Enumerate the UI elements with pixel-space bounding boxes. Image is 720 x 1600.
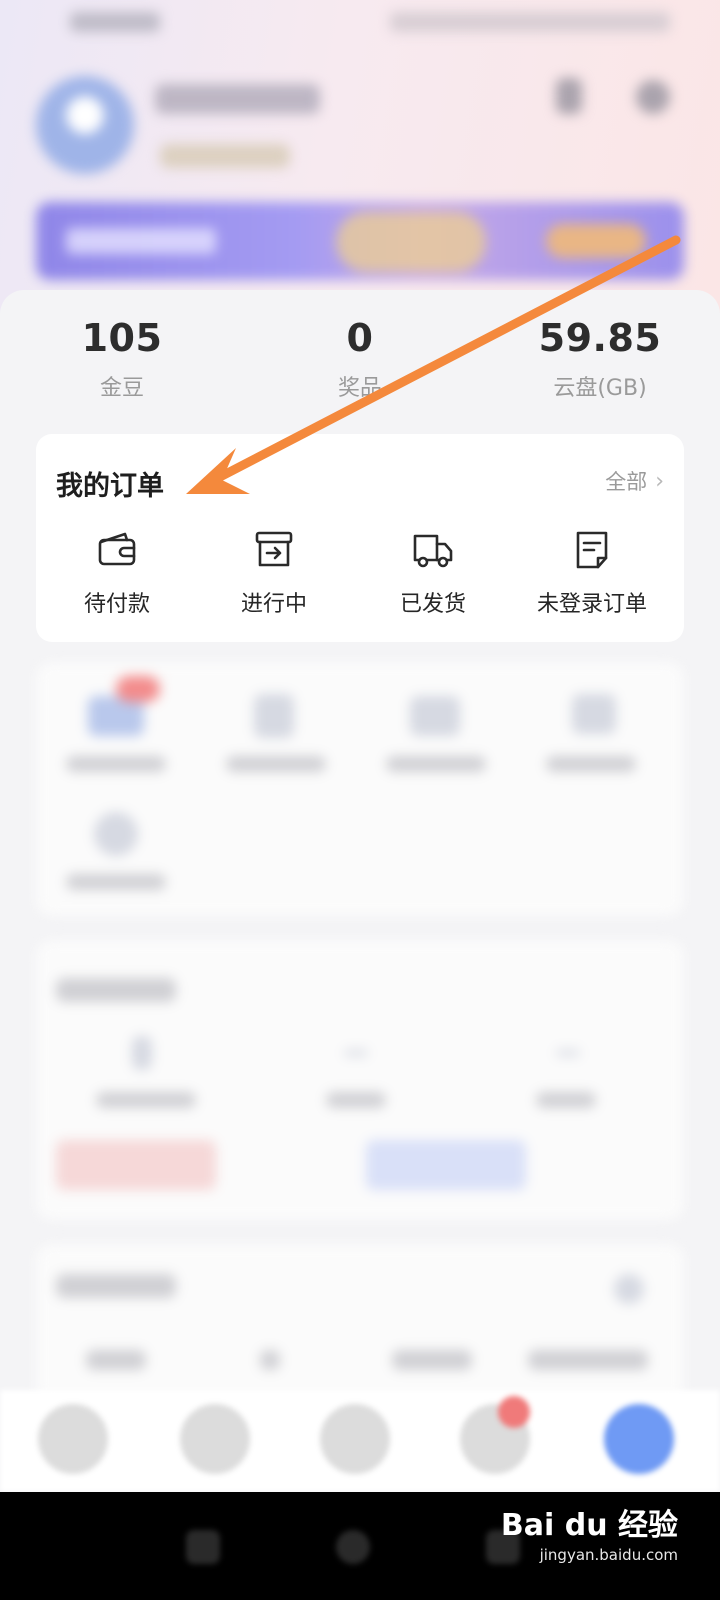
baidu-jingyan-watermark: Bai du 经验 jingyan.baidu.com xyxy=(501,1500,678,1564)
badge xyxy=(116,676,160,702)
vip-badge[interactable] xyxy=(160,144,290,168)
notification-icon[interactable] xyxy=(556,78,582,114)
action-button[interactable] xyxy=(56,1140,216,1190)
service-icon[interactable] xyxy=(410,696,460,736)
stat-prizes[interactable]: 0 奖品 xyxy=(260,316,460,402)
bottom-navigation xyxy=(0,1390,720,1492)
order-label: 进行中 xyxy=(240,592,307,617)
my-orders-card: 我的订单 全部 › 待付款 进行中 已发货 未登录订单 xyxy=(36,434,684,642)
service-label xyxy=(546,756,636,772)
stat-label: 金豆 xyxy=(99,376,144,401)
service-icon[interactable] xyxy=(572,694,616,734)
value-label xyxy=(326,1092,386,1108)
account-card xyxy=(36,940,684,1220)
order-in-progress[interactable]: 进行中 xyxy=(193,528,355,618)
asset-value xyxy=(392,1350,472,1370)
watermark-url: jingyan.baidu.com xyxy=(539,1546,678,1564)
eye-icon[interactable] xyxy=(614,1274,644,1304)
asset-value xyxy=(86,1350,146,1370)
stat-gold-beans[interactable]: 105 金豆 xyxy=(22,316,222,402)
order-label: 待付款 xyxy=(83,592,150,617)
service-label xyxy=(66,874,166,890)
orders-title: 我的订单 xyxy=(56,471,164,502)
value-label xyxy=(96,1092,196,1108)
home-icon[interactable] xyxy=(336,1530,370,1564)
recent-apps-icon[interactable] xyxy=(186,1530,220,1564)
service-label xyxy=(386,756,486,772)
nav-profile-icon[interactable] xyxy=(604,1404,674,1474)
stat-label: 云盘(GB) xyxy=(553,376,647,401)
watermark-brand: Bai du 经验 xyxy=(500,1508,678,1543)
orders-all-label: 全部 xyxy=(605,470,648,494)
promo-banner[interactable] xyxy=(36,202,684,280)
banner-image xyxy=(336,212,486,272)
service-icon[interactable] xyxy=(254,694,294,738)
username xyxy=(155,84,320,114)
order-label: 已发货 xyxy=(399,592,466,617)
value-dash xyxy=(344,1050,368,1056)
assets-card xyxy=(36,1244,684,1404)
asset-value xyxy=(260,1350,280,1370)
value-label xyxy=(536,1092,596,1108)
value-dash xyxy=(556,1050,580,1056)
value-icon xyxy=(132,1036,152,1070)
service-icon[interactable] xyxy=(94,812,138,856)
card-title xyxy=(56,1274,176,1298)
order-pending-payment[interactable]: 待付款 xyxy=(36,528,198,618)
truck-icon xyxy=(413,534,453,568)
stat-value: 105 xyxy=(81,316,163,360)
box-arrow-icon xyxy=(255,531,293,567)
status-icons xyxy=(390,12,670,32)
document-icon xyxy=(576,531,608,569)
stat-value: 0 xyxy=(346,316,374,360)
settings-icon[interactable] xyxy=(636,80,670,114)
nav-home-icon[interactable] xyxy=(38,1404,108,1474)
service-icon[interactable] xyxy=(88,696,144,736)
order-label: 未登录订单 xyxy=(536,592,647,617)
wallet-icon xyxy=(98,532,136,566)
chevron-right-icon: › xyxy=(655,468,664,494)
nav-discover-icon[interactable] xyxy=(180,1404,250,1474)
stat-label: 奖品 xyxy=(337,376,382,401)
asset-value xyxy=(528,1350,648,1370)
service-label xyxy=(226,756,326,772)
services-card xyxy=(36,662,684,916)
avatar[interactable] xyxy=(36,76,134,174)
service-label xyxy=(66,756,166,772)
order-unlogged[interactable]: 未登录订单 xyxy=(511,528,673,618)
order-shipped[interactable]: 已发货 xyxy=(352,528,514,618)
status-bar xyxy=(0,0,720,50)
card-title xyxy=(56,978,176,1002)
banner-button[interactable] xyxy=(546,224,646,258)
stat-cloud-storage[interactable]: 59.85 云盘(GB) xyxy=(500,316,700,402)
nav-badge xyxy=(498,1396,530,1428)
stat-value: 59.85 xyxy=(538,316,662,360)
banner-text xyxy=(66,228,216,254)
orders-all-link[interactable]: 全部 › xyxy=(605,466,664,496)
status-time xyxy=(70,12,160,32)
nav-play-icon[interactable] xyxy=(320,1404,390,1474)
action-button[interactable] xyxy=(366,1140,526,1190)
